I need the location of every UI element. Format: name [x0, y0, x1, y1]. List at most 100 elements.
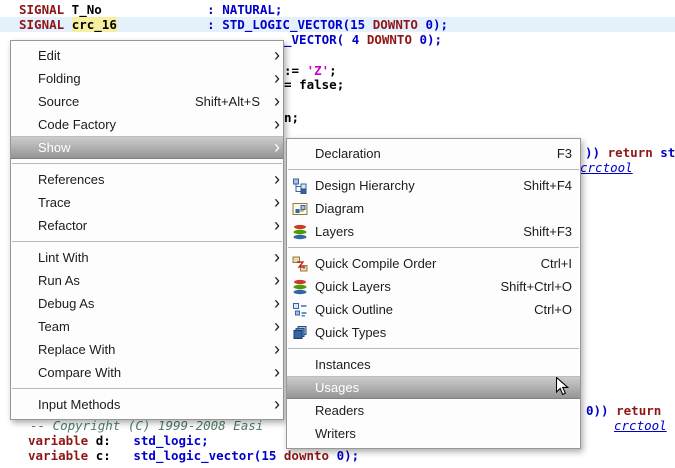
menu-item-label: Compare With	[38, 365, 122, 380]
code-fragment: := 'Z';	[284, 63, 337, 78]
menu-item-label: Quick Compile Order	[315, 256, 437, 271]
blank-icon	[292, 403, 308, 419]
submenu-arrow-icon: ›	[274, 113, 280, 134]
layers-icon	[292, 279, 308, 295]
menu-item-label: Layers	[315, 224, 355, 239]
code-token: SIGNAL	[19, 17, 65, 32]
menu-shortcut: Shift+F3	[523, 224, 572, 239]
code-fragment: n;	[284, 110, 299, 125]
code-token: 0	[586, 403, 594, 418]
menu-item-label: Code Factory	[38, 117, 117, 132]
menu-item-input-methods[interactable]: Input Methods ›	[11, 393, 283, 416]
submenu-item-declaration[interactable]: Declaration F3	[287, 142, 580, 165]
code-fragment: crctool	[580, 160, 633, 175]
submenu-arrow-icon: ›	[274, 246, 280, 267]
code-token: );	[432, 17, 449, 32]
submenu-item-quick-types[interactable]: Quick Types	[287, 321, 580, 344]
design-hierarchy-icon	[292, 178, 308, 194]
code-fragment: variable c: std_logic_vector(15 downto 0…	[28, 448, 359, 463]
menu-shortcut: Shift+F4	[523, 178, 572, 193]
submenu-item-readers[interactable]: Readers	[287, 399, 580, 422]
submenu-item-instances[interactable]: Instances	[287, 353, 580, 376]
menu-item-label: Quick Layers	[315, 279, 391, 294]
menu-item-refactor[interactable]: Refactor ›	[11, 214, 283, 237]
submenu-arrow-icon: ›	[274, 191, 280, 212]
menu-item-label: Instances	[315, 357, 371, 372]
submenu-item-design-hierarchy[interactable]: Design Hierarchy Shift+F4	[287, 174, 580, 197]
code-token: 15	[261, 448, 277, 463]
menu-item-replace-with[interactable]: Replace With ›	[11, 338, 283, 361]
types-icon	[292, 325, 308, 341]
code-token: : NATURAL;	[207, 2, 283, 17]
menu-item-label: Edit	[38, 48, 61, 63]
code-token: ))	[593, 403, 609, 418]
menu-item-code-factory[interactable]: Code Factory ›	[11, 113, 283, 136]
code-fragment: SIGNAL T_No : NATURAL;	[19, 2, 282, 17]
code-token: return	[607, 145, 653, 160]
menu-item-trace[interactable]: Trace ›	[11, 191, 283, 214]
menu-item-label: Usages	[315, 380, 360, 395]
menu-item-label: Refactor	[38, 218, 88, 233]
menu-item-label: Source	[38, 94, 80, 109]
menu-item-edit[interactable]: Edit ›	[11, 44, 283, 67]
menu-item-source[interactable]: Source Shift+Alt+S ›	[11, 90, 283, 113]
menu-item-show[interactable]: Show ›	[11, 136, 283, 159]
submenu-item-writers[interactable]: Writers	[287, 422, 580, 445]
submenu-arrow-icon: ›	[274, 315, 280, 336]
submenu-arrow-icon: ›	[274, 338, 280, 359]
menu-item-label: References	[38, 172, 105, 187]
submenu-arrow-icon: ›	[274, 168, 280, 189]
code-fragment: )) return st	[585, 145, 675, 160]
mouse-cursor-icon	[556, 377, 570, 396]
crctool-link[interactable]: crctool	[580, 160, 633, 175]
menu-item-compare-with[interactable]: Compare With ›	[11, 361, 283, 384]
menu-item-team[interactable]: Team ›	[11, 315, 283, 338]
code-fragment: -- Copyright (C) 1999-2008 Easi	[30, 418, 263, 433]
submenu-item-quick-layers[interactable]: Quick Layers Shift+Ctrl+O	[287, 275, 580, 298]
submenu-item-quick-outline[interactable]: Quick Outline Ctrl+O	[287, 298, 580, 321]
code-token: _VECTOR(	[284, 32, 345, 47]
submenu-arrow-icon: ›	[274, 292, 280, 313]
menu-item-lint-with[interactable]: Lint With ›	[11, 246, 283, 269]
code-token: DOWNTO	[366, 32, 412, 47]
vhdl-editor-screen: SIGNAL T_No : NATURAL; SIGNAL crc_16 : ST…	[0, 0, 675, 468]
menu-item-label: Lint With	[38, 250, 89, 265]
code-token: ;	[329, 63, 337, 78]
crctool-link[interactable]: crctool	[614, 418, 667, 433]
code-token: std_logic_vector(	[133, 448, 262, 463]
menu-separator	[288, 348, 579, 349]
code-token: variable	[28, 448, 89, 463]
menu-item-label: Input Methods	[38, 397, 121, 412]
menu-separator	[12, 241, 282, 242]
submenu-item-quick-compile-order[interactable]: Quick Compile Order Ctrl+I	[287, 252, 580, 275]
code-fragment: variable d: std_logic;	[28, 433, 209, 448]
menu-item-folding[interactable]: Folding ›	[11, 67, 283, 90]
submenu-arrow-icon: ›	[274, 44, 280, 65]
menu-separator	[12, 163, 282, 164]
code-token: 0	[336, 448, 345, 463]
compile-order-icon	[292, 256, 308, 272]
submenu-item-layers[interactable]: Layers Shift+F3	[287, 220, 580, 243]
submenu-item-usages[interactable]: Usages	[287, 376, 580, 399]
outline-icon	[292, 302, 308, 318]
menu-item-run-as[interactable]: Run As ›	[11, 269, 283, 292]
submenu-item-diagram[interactable]: Diagram	[287, 197, 580, 220]
blank-icon	[292, 426, 308, 442]
menu-item-debug-as[interactable]: Debug As ›	[11, 292, 283, 315]
menu-item-label: Folding	[38, 71, 81, 86]
code-token: DOWNTO	[372, 17, 418, 32]
context-menu: Edit › Folding › Source Shift+Alt+S › Code Fact…	[10, 40, 284, 420]
code-token: d:	[88, 433, 134, 448]
code-token: );	[344, 448, 360, 463]
code-token: 0	[425, 17, 433, 32]
submenu-arrow-icon: ›	[274, 67, 280, 88]
submenu-arrow-icon: ›	[274, 269, 280, 290]
menu-item-references[interactable]: References ›	[11, 168, 283, 191]
layers-icon	[292, 224, 308, 240]
menu-separator	[288, 169, 579, 170]
